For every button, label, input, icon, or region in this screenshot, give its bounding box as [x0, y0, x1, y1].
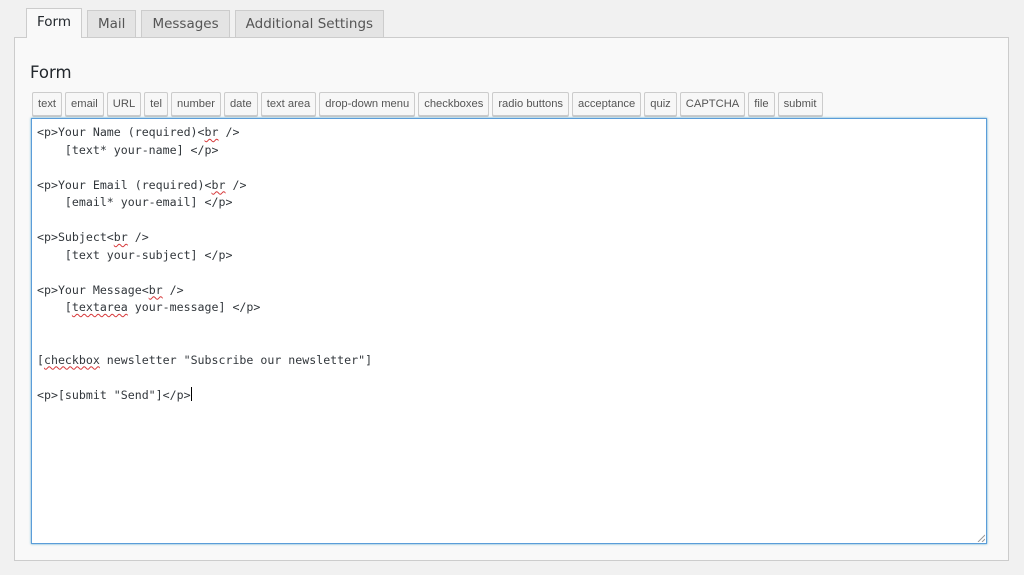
code-line: <p>Your Email (required)<br />	[37, 177, 247, 192]
spellcheck-flag: textarea	[71, 300, 128, 314]
tab-mail[interactable]: Mail	[87, 10, 137, 38]
tag-button-captcha[interactable]: CAPTCHA	[679, 92, 746, 116]
code-line: <p>Your Message<br />	[37, 282, 184, 297]
tag-button-text-area[interactable]: text area	[260, 92, 317, 116]
form-template-editor[interactable]: <p>Your Name (required)<br /> [text* you…	[31, 118, 987, 544]
code-line: [textarea your-message] </p>	[37, 300, 261, 314]
tag-button-quiz[interactable]: quiz	[644, 92, 677, 116]
tag-button-url[interactable]: URL	[106, 92, 142, 116]
tab-additional-settings[interactable]: Additional Settings	[234, 10, 385, 38]
code-line: [checkbox newsletter "Subscribe our news…	[37, 352, 373, 367]
code-line: <p>Subject<br />	[37, 230, 149, 244]
code-line: [text your-subject] </p>	[37, 247, 233, 262]
tab-form[interactable]: Form	[26, 8, 83, 38]
tag-button-checkboxes[interactable]: checkboxes	[418, 92, 490, 116]
spellcheck-flag: br	[211, 177, 226, 192]
tag-button-text[interactable]: text	[32, 92, 63, 116]
spellcheck-flag: br	[204, 125, 219, 139]
form-panel: Form text email URL tel number date text…	[14, 37, 1009, 561]
tag-button-email[interactable]: email	[65, 92, 104, 116]
code-line: [email* your-email] </p>	[37, 195, 233, 209]
tag-button-date[interactable]: date	[223, 92, 258, 116]
tag-button-number[interactable]: number	[171, 92, 221, 116]
tag-button-radio-buttons[interactable]: radio buttons	[492, 92, 570, 116]
tag-button-tel[interactable]: tel	[144, 92, 168, 116]
text-caret	[190, 386, 192, 401]
spellcheck-flag: br	[148, 282, 163, 297]
tab-bar: Form Mail Messages Additional Settings	[26, 8, 389, 38]
tab-messages[interactable]: Messages	[141, 10, 230, 38]
code-line: <p>Your Name (required)<br />	[37, 125, 240, 139]
spellcheck-flag: checkbox	[43, 352, 100, 367]
tag-button-drop-down-menu[interactable]: drop-down menu	[319, 92, 416, 116]
code-line: [text* your-name] </p>	[37, 142, 219, 157]
form-template-code: <p>Your Name (required)<br /> [text* you…	[37, 124, 372, 404]
spellcheck-flag: br	[113, 230, 128, 244]
tag-button-submit[interactable]: submit	[777, 92, 823, 116]
tag-button-file[interactable]: file	[748, 92, 775, 116]
tag-button-acceptance[interactable]: acceptance	[572, 92, 642, 116]
code-line-last: <p>[submit "Send"]</p>	[37, 386, 192, 402]
resize-grip-icon[interactable]	[977, 534, 985, 542]
panel-title: Form	[30, 63, 72, 82]
tag-generator-buttons: text email URL tel number date text area…	[32, 92, 823, 116]
